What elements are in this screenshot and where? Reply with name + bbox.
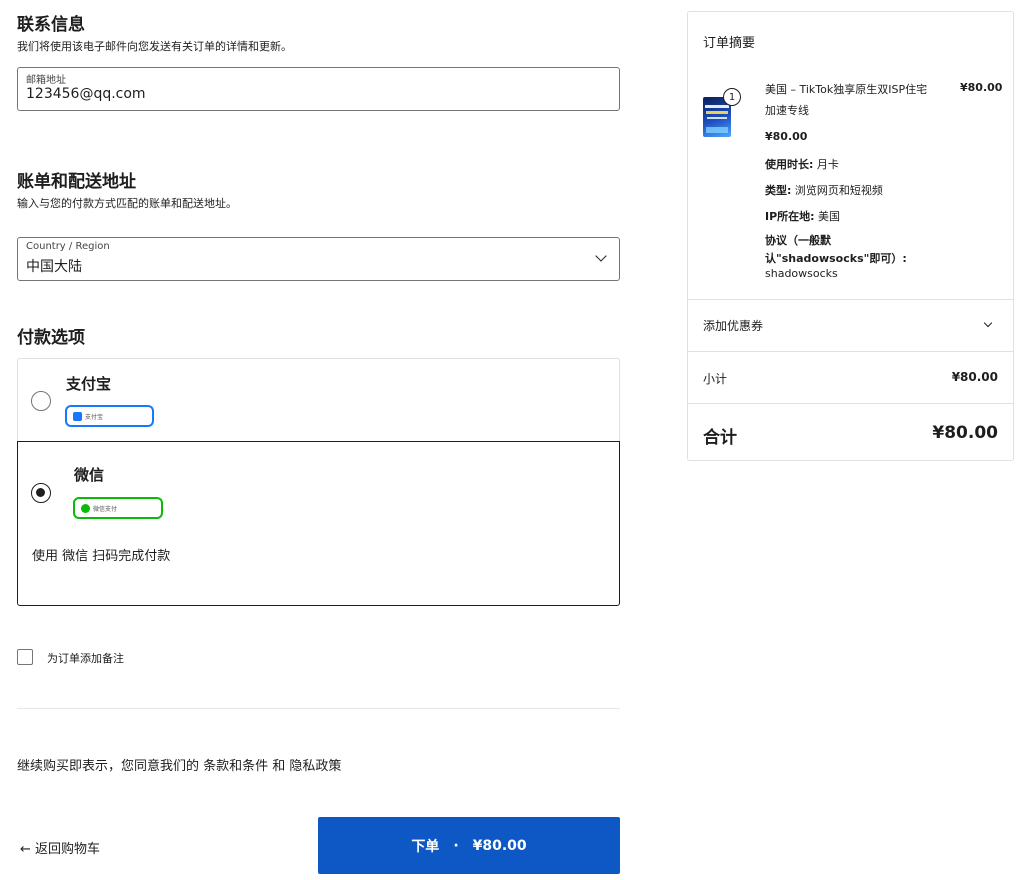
- divider: [17, 708, 620, 709]
- wechat-badge-text: 微信支付: [93, 505, 118, 513]
- product-unit-price: ¥80.00: [765, 130, 808, 143]
- product-attr-ip-value: 美国: [814, 210, 841, 223]
- email-field[interactable]: 邮箱地址 123456@qq.com: [17, 67, 620, 111]
- product-attr-ip-key: IP所在地:: [765, 210, 815, 223]
- product-protocol-value: shadowsocks: [765, 267, 838, 280]
- country-region-value: 中国大陆: [26, 259, 82, 275]
- country-region-select[interactable]: Country / Region 中国大陆: [17, 237, 620, 281]
- place-order-label: 下单: [411, 838, 440, 855]
- wechat-radio[interactable]: [31, 483, 51, 503]
- subtotal-label: 小计: [703, 372, 728, 386]
- place-order-separator: ·: [453, 837, 459, 854]
- alipay-radio[interactable]: [31, 391, 51, 411]
- chevron-down-icon: [595, 250, 607, 262]
- email-field-value: 123456@qq.com: [26, 86, 146, 102]
- country-region-label: Country / Region: [26, 241, 110, 252]
- payment-option-alipay[interactable]: 支付宝 支付宝: [17, 358, 620, 442]
- order-summary-title: 订单摘要: [703, 36, 756, 51]
- product-protocol-key-line2: 认"shadowsocks"即可）:: [765, 252, 907, 265]
- chevron-down-icon: [983, 318, 993, 328]
- terms-notice: 继续购买即表示，您同意我们的 条款和条件 和 隐私政策: [17, 759, 342, 774]
- product-attr-duration-key: 使用时长:: [765, 158, 814, 171]
- payment-section-title: 付款选项: [17, 328, 85, 348]
- email-field-label: 邮箱地址: [26, 75, 66, 86]
- order-note-label[interactable]: 为订单添加备注: [47, 650, 124, 666]
- subtotal-value: ¥80.00: [951, 370, 998, 384]
- add-coupon-toggle[interactable]: 添加优惠券: [688, 300, 1013, 350]
- product-attr-type-value: 浏览网页和短视频: [791, 184, 883, 197]
- product-attr-ip-location: IP所在地: 美国: [765, 208, 840, 224]
- billing-section-title: 账单和配送地址: [17, 172, 136, 192]
- alipay-option-name: 支付宝: [66, 375, 112, 393]
- alipay-badge-text: 支付宝: [85, 413, 104, 421]
- product-name-line2: 加速专线: [765, 104, 809, 117]
- payment-option-wechat[interactable]: 微信 微信支付 使用 微信 扫码完成付款: [17, 441, 620, 606]
- wechat-option-name: 微信: [74, 466, 105, 484]
- contact-section-desc: 我们将使用该电子邮件向您发送有关订单的详情和更新。: [17, 40, 292, 53]
- product-attr-duration-value: 月卡: [813, 158, 839, 171]
- product-line-price: ¥80.00: [960, 81, 1003, 94]
- product-protocol-key-line1: 协议（一般默: [765, 234, 831, 247]
- order-summary: 订单摘要 1 美国 – TikTok独享原生双ISP住宅 加速专线 ¥80.00…: [687, 11, 1014, 461]
- contact-section-title: 联系信息: [17, 15, 85, 35]
- summary-divider: [688, 403, 1013, 404]
- total-value: ¥80.00: [932, 423, 998, 443]
- wechat-icon: [81, 503, 90, 513]
- wechat-instruction: 使用 微信 扫码完成付款: [32, 549, 171, 564]
- summary-divider: [688, 351, 1013, 352]
- order-note-checkbox[interactable]: [17, 649, 33, 665]
- product-attr-duration: 使用时长: 月卡: [765, 156, 839, 172]
- alipay-icon: [73, 411, 82, 421]
- wechat-pay-logo: 微信支付: [73, 497, 163, 519]
- product-attr-type-key: 类型:: [765, 184, 792, 197]
- billing-section-desc: 输入与您的付款方式匹配的账单和配送地址。: [17, 197, 237, 210]
- add-coupon-label: 添加优惠券: [703, 319, 764, 333]
- place-order-amount: ¥80.00: [472, 837, 527, 854]
- back-to-cart-link[interactable]: ← 返回购物车: [20, 838, 100, 857]
- product-name-line1: 美国 – TikTok独享原生双ISP住宅: [765, 83, 928, 96]
- quantity-badge: 1: [723, 88, 741, 106]
- alipay-logo: 支付宝: [65, 405, 154, 427]
- place-order-button[interactable]: 下单 · ¥80.00: [318, 817, 620, 874]
- total-label: 合计: [703, 428, 737, 448]
- product-attr-type: 类型: 浏览网页和短视频: [765, 182, 883, 198]
